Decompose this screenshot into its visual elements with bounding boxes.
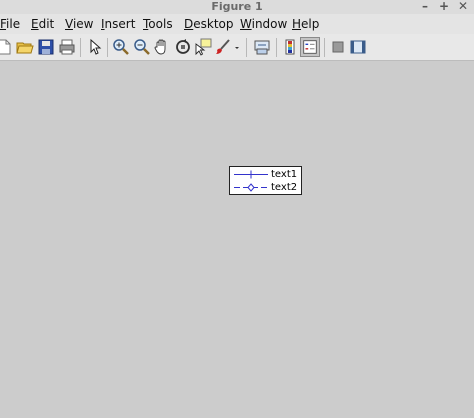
print-figure-icon [59,39,75,55]
menu-view-rest: iew [72,17,94,31]
new-figure-button[interactable] [0,37,14,57]
menu-file[interactable]: File [0,17,20,31]
menu-edit-mnemonic: E [31,17,39,31]
zoom-in-icon [113,39,129,55]
insert-colorbar-icon [285,39,295,55]
legend-entry: text2 [230,181,303,194]
menu-desktop-mnemonic: D [184,17,194,31]
pan-button[interactable] [152,37,172,57]
menu-desktop-rest: esktop [193,17,234,31]
rotate-3d-button[interactable] [173,37,193,57]
legend-line-plus-marker [234,170,268,179]
link-plot-button[interactable] [252,37,272,57]
hide-plot-tools-icon [332,41,344,53]
brush-button[interactable] [213,37,233,57]
toolbar-separator [80,38,81,57]
menu-edit[interactable]: Edit [31,17,54,31]
menu-help[interactable]: Help [292,17,319,31]
data-cursor-icon [195,38,212,56]
window-title: Figure 1 [211,0,263,13]
menu-file-rest: ile [6,17,21,31]
open-file-button[interactable] [15,37,35,57]
pan-hand-icon [154,39,166,55]
rotate-3d-icon [176,39,190,54]
menu-tools-rest: ools [148,17,173,31]
menu-help-rest: elp [301,17,320,31]
save-figure-icon [38,39,54,55]
insert-colorbar-button[interactable] [280,37,300,57]
title-bar: Figure 1 – + ✕ [0,0,474,14]
plot-legend[interactable]: text1 text2 [229,166,302,195]
menu-bar: File Edit View Insert Tools Desktop Wind… [0,14,474,34]
brush-icon [216,39,230,54]
menu-view[interactable]: View [65,17,93,31]
figure-toolbar [0,34,474,61]
insert-legend-icon [303,40,317,54]
show-plot-tools-icon [350,40,366,54]
print-figure-button[interactable] [57,37,77,57]
insert-legend-button[interactable] [300,37,320,57]
close-button[interactable]: ✕ [456,0,470,14]
menu-tools[interactable]: Tools [143,17,173,31]
legend-label: text1 [271,169,298,180]
brush-dropdown-icon [235,47,239,49]
open-file-icon [16,42,34,54]
legend-entry: text1 [230,168,303,181]
zoom-out-button[interactable] [132,37,152,57]
toolbar-separator [324,38,325,57]
menu-window-mnemonic: W [240,17,252,31]
hide-plot-tools-button[interactable] [328,37,348,57]
menu-view-mnemonic: V [65,17,73,31]
link-plot-icon [254,40,270,55]
edit-plot-button[interactable] [85,37,105,57]
toolbar-separator [107,38,108,57]
figure-canvas[interactable] [0,62,474,418]
toolbar-separator [276,38,277,57]
menu-edit-rest: dit [38,17,55,31]
menu-insert[interactable]: Insert [101,17,135,31]
legend-label: text2 [271,182,298,193]
zoom-in-button[interactable] [111,37,131,57]
menu-window-rest: indow [251,17,288,31]
menu-insert-rest: nsert [104,17,136,31]
new-figure-icon [0,39,11,55]
minimize-button[interactable]: – [418,0,432,14]
zoom-out-icon [134,39,150,55]
data-cursor-button[interactable] [193,37,213,57]
menu-window[interactable]: Window [240,17,287,31]
show-plot-tools-button[interactable] [348,37,368,57]
maximize-button[interactable]: + [437,0,451,14]
save-figure-button[interactable] [36,37,56,57]
legend-line-diamond-marker [234,183,268,192]
menu-help-mnemonic: H [292,17,302,31]
menu-desktop[interactable]: Desktop [184,17,234,31]
toolbar-separator [246,38,247,57]
brush-dropdown-button[interactable] [232,37,242,57]
edit-plot-arrow-icon [90,38,102,55]
